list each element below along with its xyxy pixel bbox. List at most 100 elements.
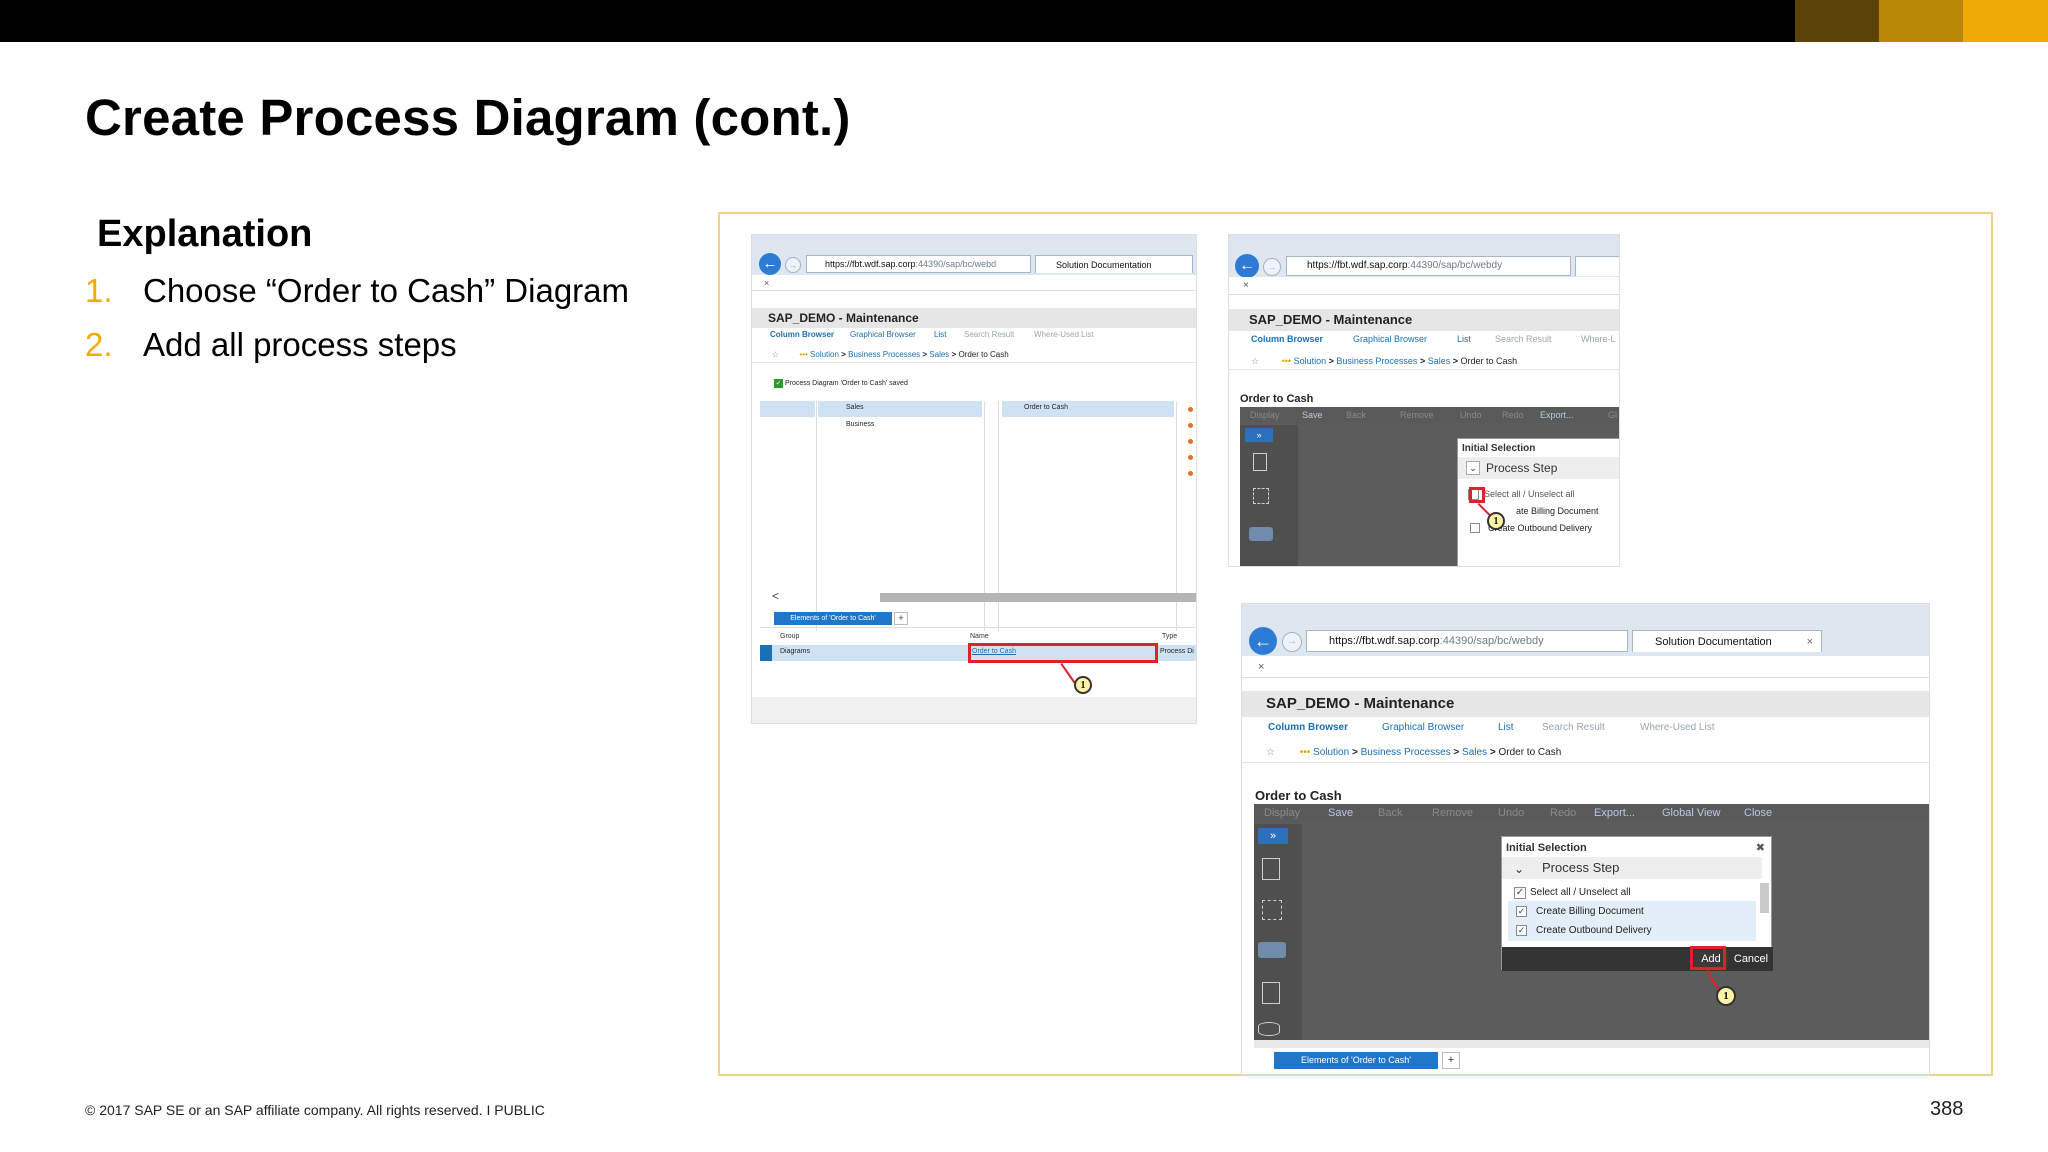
back-arrow-icon[interactable]: ← xyxy=(1249,627,1277,655)
tab-label: Solution Documentation xyxy=(1056,260,1152,270)
close-icon[interactable]: × xyxy=(764,278,769,288)
elements-tab[interactable]: Elements of 'Order to Cash' xyxy=(774,612,892,625)
menu-display[interactable]: Display xyxy=(1264,804,1300,822)
menu-export[interactable]: Export... xyxy=(1540,407,1574,423)
tab-list[interactable]: List xyxy=(1457,334,1471,344)
chevron-down-icon[interactable]: ⌄ xyxy=(1514,858,1524,880)
tab-graphical-browser[interactable]: Graphical Browser xyxy=(1382,722,1464,733)
page-tool-icon[interactable] xyxy=(1253,453,1267,471)
group-header[interactable]: ⌄ Process Step xyxy=(1458,457,1619,479)
elements-tab[interactable]: Elements of 'Order to Cash' xyxy=(1274,1052,1438,1069)
breadcrumb-item[interactable]: Sales xyxy=(929,350,949,359)
browser-tab[interactable]: Solution Documentation × xyxy=(1632,630,1822,652)
menu-back[interactable]: Back xyxy=(1346,407,1366,423)
option-checkbox[interactable] xyxy=(1470,523,1480,533)
horizontal-scrollbar[interactable] xyxy=(880,593,1196,602)
menu-export[interactable]: Export... xyxy=(1594,804,1635,822)
menu-back[interactable]: Back xyxy=(1378,804,1402,822)
menu-redo[interactable]: Redo xyxy=(1550,804,1576,822)
breadcrumb-item[interactable]: Solution xyxy=(1313,747,1349,758)
step-number: 2. xyxy=(85,326,113,363)
breadcrumb-item[interactable]: Sales xyxy=(1462,747,1487,758)
star-icon[interactable]: ☆ xyxy=(1251,356,1259,366)
close-dialog-icon[interactable]: ✖ xyxy=(1756,841,1765,854)
expand-icon[interactable]: » xyxy=(1258,828,1288,844)
shape-tool-icon[interactable] xyxy=(1249,527,1273,541)
tab-column-browser[interactable]: Column Browser xyxy=(1268,722,1348,733)
page-tool-icon[interactable] xyxy=(1262,858,1280,880)
cell-type: Process Di xyxy=(1160,648,1194,655)
breadcrumb-item[interactable]: Business Processes xyxy=(1361,747,1451,758)
menu-undo[interactable]: Undo xyxy=(1498,804,1524,822)
menu-close[interactable]: Close xyxy=(1744,804,1772,822)
close-icon[interactable]: × xyxy=(1258,661,1264,673)
tab-where-used-list[interactable]: Where-L xyxy=(1581,334,1616,344)
tab-column-browser[interactable]: Column Browser xyxy=(770,330,834,339)
tab-list[interactable]: List xyxy=(934,330,946,339)
breadcrumb: ☆ ••• Solution > Business Processes > Sa… xyxy=(1229,352,1619,370)
tab-search-result[interactable]: Search Result xyxy=(1542,722,1605,733)
list-item[interactable]: Sales xyxy=(846,404,864,411)
menu-display[interactable]: Display xyxy=(1250,407,1280,423)
scroll-left-icon[interactable]: < xyxy=(772,589,779,603)
star-icon[interactable]: ☆ xyxy=(1266,747,1275,758)
address-bar[interactable]: https://fbt.wdf.sap.corp:44390/sap/bc/we… xyxy=(806,255,1031,273)
column-header-group[interactable]: Group xyxy=(780,633,799,640)
select-all-checkbox[interactable]: ✓ xyxy=(1514,887,1526,899)
menu-remove[interactable]: Remove xyxy=(1400,407,1434,423)
breadcrumb-item[interactable]: Solution xyxy=(1294,356,1327,366)
address-bar[interactable]: https://fbt.wdf.sap.corp:44390/sap/bc/we… xyxy=(1286,256,1571,276)
list-item-order-to-cash[interactable]: Order to Cash xyxy=(1024,404,1068,411)
back-arrow-icon[interactable]: ← xyxy=(1235,254,1259,278)
menu-redo[interactable]: Redo xyxy=(1502,407,1524,423)
breadcrumb-item[interactable]: Solution xyxy=(810,350,839,359)
splitter[interactable] xyxy=(1254,1040,1929,1048)
menu-global[interactable]: Gl xyxy=(1608,407,1617,423)
group-header[interactable]: ⌄ Process Step xyxy=(1502,857,1762,879)
menu-save[interactable]: Save xyxy=(1328,804,1353,822)
option-checkbox[interactable]: ✓ xyxy=(1516,906,1527,917)
dialog-scrollbar[interactable] xyxy=(1760,883,1769,913)
step-text: Add all process steps xyxy=(143,326,457,363)
database-tool-icon[interactable] xyxy=(1258,1022,1280,1036)
list-item[interactable]: Business xyxy=(846,421,874,428)
tab-where-used-list[interactable]: Where-Used List xyxy=(1640,722,1714,733)
menu-global-view[interactable]: Global View xyxy=(1662,804,1721,822)
tab-where-used-list[interactable]: Where-Used List xyxy=(1034,330,1094,339)
document-tool-icon[interactable] xyxy=(1262,982,1280,1004)
add-tab-button[interactable]: + xyxy=(894,612,908,625)
row-selector[interactable] xyxy=(760,645,772,661)
tab-search-result[interactable]: Search Result xyxy=(1495,334,1552,344)
breadcrumb-item[interactable]: Business Processes xyxy=(848,350,920,359)
shape-tool-icon[interactable] xyxy=(1258,942,1286,958)
column-header-name[interactable]: Name xyxy=(970,633,989,640)
expand-icon[interactable]: » xyxy=(1245,428,1273,442)
add-tab-button[interactable]: + xyxy=(1442,1052,1460,1069)
forward-arrow-icon[interactable]: → xyxy=(1282,632,1302,652)
menu-remove[interactable]: Remove xyxy=(1432,804,1473,822)
tab-graphical-browser[interactable]: Graphical Browser xyxy=(850,330,916,339)
selection-tool-icon[interactable] xyxy=(1253,488,1269,504)
chevron-down-icon[interactable]: ⌄ xyxy=(1466,461,1480,475)
forward-arrow-icon[interactable]: → xyxy=(1263,258,1281,276)
tab-column-browser[interactable]: Column Browser xyxy=(1251,334,1323,344)
address-bar[interactable]: https://fbt.wdf.sap.corp:44390/sap/bc/we… xyxy=(1306,630,1628,652)
back-arrow-icon[interactable]: ← xyxy=(759,253,781,275)
breadcrumb-item[interactable]: Sales xyxy=(1428,356,1451,366)
menu-save[interactable]: Save xyxy=(1302,407,1323,423)
tab-graphical-browser[interactable]: Graphical Browser xyxy=(1353,334,1427,344)
browser-tab[interactable] xyxy=(1575,256,1619,276)
column-header-type[interactable]: Type xyxy=(1162,633,1177,640)
tab-search-result[interactable]: Search Result xyxy=(964,330,1014,339)
cancel-button[interactable]: Cancel xyxy=(1730,950,1772,968)
tab-close-icon[interactable]: × xyxy=(1807,631,1813,652)
forward-arrow-icon[interactable]: → xyxy=(785,257,801,273)
breadcrumb-item[interactable]: Business Processes xyxy=(1336,356,1417,366)
selection-tool-icon[interactable] xyxy=(1262,900,1282,920)
menu-undo[interactable]: Undo xyxy=(1460,407,1482,423)
browser-tab[interactable]: Solution Documentation xyxy=(1035,255,1193,273)
option-checkbox[interactable]: ✓ xyxy=(1516,925,1527,936)
star-icon[interactable]: ☆ xyxy=(772,350,779,359)
close-icon[interactable]: × xyxy=(1243,280,1249,291)
tab-list[interactable]: List xyxy=(1498,722,1514,733)
